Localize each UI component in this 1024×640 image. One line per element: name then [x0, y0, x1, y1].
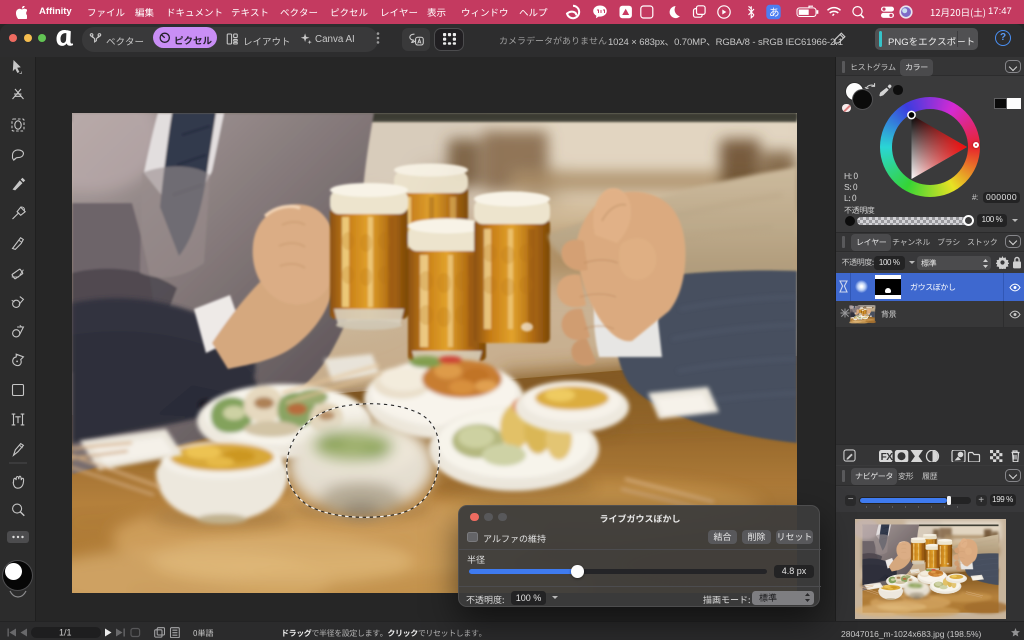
svg-text:FX: FX — [881, 452, 894, 463]
svg-text:あ: あ — [769, 5, 780, 20]
svg-text:1/1: 1/1 — [59, 627, 72, 637]
